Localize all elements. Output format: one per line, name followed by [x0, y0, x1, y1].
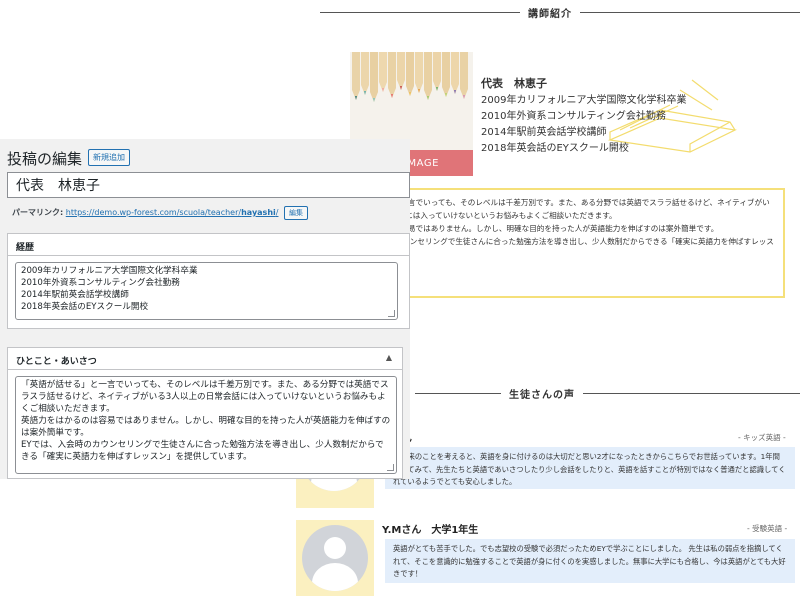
- permalink-slug: hayashi: [241, 208, 276, 217]
- permalink-row: パーマリンク: https://demo.wp-forest.com/scuol…: [12, 206, 309, 220]
- heading-rule: [583, 393, 800, 394]
- voice-comment: の将来のことを考えると、英語を身に付けるのは大切だと思い2才になったときからこち…: [385, 447, 795, 489]
- post-editor-panel: 投稿の編集 新規追加 代表 林恵子 パーマリンク: https://demo.w…: [0, 139, 410, 479]
- voice-tag: - 受験英語 -: [747, 524, 788, 533]
- teacher-profile: 代表 林恵子 2009年カリフォルニア大学国際文化学科卒業 2010年外資系コン…: [481, 76, 686, 157]
- voice-comment: 英語がとても苦手でした。でも志望校の受験で必須だったためEYで学ぶことにしました…: [385, 539, 795, 583]
- heading-rule: [415, 393, 501, 394]
- greeting-metabox-title: ひとこと・あいさつ: [8, 348, 402, 370]
- post-title-input[interactable]: 代表 林恵子: [7, 172, 410, 198]
- permalink-edit-button[interactable]: 編集: [284, 206, 309, 220]
- greeting-line: EYでは、入会時のカウンセリングで生徒さんに合った勉強方法を導き出し、少人数制だ…: [21, 440, 384, 462]
- history-textarea[interactable]: 2009年カリフォルニア大学国際文化学科卒業 2010年外資系コンサルティング会…: [15, 262, 398, 320]
- add-new-button[interactable]: 新規追加: [88, 149, 130, 166]
- heading-rule: [580, 12, 800, 13]
- avatar-body-shape: [312, 563, 358, 591]
- history-metabox-title: 経歴: [8, 234, 409, 256]
- voices-heading-label: 生徒さんの声: [509, 390, 575, 401]
- resize-handle[interactable]: [387, 464, 394, 471]
- history-line: 2014年駅前英会話学校講師: [21, 290, 129, 300]
- teacher-history-item: 2009年カリフォルニア大学国際文化学科卒業: [481, 95, 687, 106]
- page-title: 投稿の編集: [7, 150, 83, 168]
- history-metabox: 経歴 2009年カリフォルニア大学国際文化学科卒業 2010年外資系コンサルティ…: [7, 233, 410, 329]
- teacher-heading-label: 講師紹介: [528, 9, 572, 20]
- teacher-history-item: 2014年駅前英会話学校講師: [481, 127, 607, 138]
- teacher-history-item: 2018年英会話のEYスクール開校: [481, 143, 629, 154]
- teacher-section-heading: 講師紹介: [320, 5, 800, 20]
- greeting-textarea[interactable]: 「英語が話せる」と一言でいっても、そのレベルは千差万別です。また、ある分野では英…: [15, 376, 397, 474]
- greeting-metabox: ひとこと・あいさつ ▲ 「英語が話せる」と一言でいっても、そのレベルは千差万別で…: [7, 347, 403, 479]
- history-line: 2010年外資系コンサルティング会社勤務: [21, 278, 180, 288]
- avatar: [302, 525, 368, 591]
- permalink-base: https://demo.wp-forest.com/scuola/teache…: [65, 208, 242, 217]
- avatar-head-shape: [324, 537, 346, 559]
- teacher-name: 代表 林恵子: [481, 77, 547, 90]
- voice-tag: - キッズ英語 -: [738, 433, 786, 442]
- history-line: 2009年カリフォルニア大学国際文化学科卒業: [21, 266, 198, 276]
- collapse-toggle-icon[interactable]: ▲: [386, 353, 392, 362]
- resize-handle[interactable]: [388, 310, 395, 317]
- teacher-history-item: 2010年外資系コンサルティング会社勤務: [481, 111, 666, 122]
- permalink-tail: /: [275, 208, 279, 217]
- permalink-link[interactable]: https://demo.wp-forest.com/scuola/teache…: [66, 208, 279, 217]
- greeting-line: 「英語が話せる」と一言でいっても、そのレベルは千差万別です。また、ある分野では英…: [21, 380, 389, 414]
- permalink-label: パーマリンク:: [12, 208, 64, 217]
- voices-section-heading: 生徒さんの声: [415, 386, 800, 401]
- greeting-line: 英語力をはかるのは容易ではありません。しかし、明確な目的を持った人が英語能力を伸…: [21, 416, 391, 438]
- history-line: 2018年英会話のEYスクール開校: [21, 302, 149, 312]
- heading-rule: [320, 12, 520, 13]
- voice-name: Y.Mさん 大学1年生: [382, 525, 479, 536]
